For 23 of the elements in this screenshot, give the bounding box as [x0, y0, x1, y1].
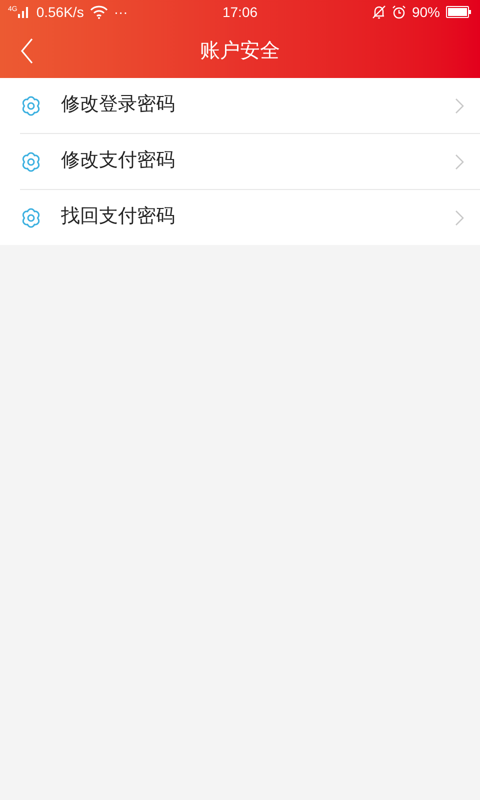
wifi-icon: [90, 5, 108, 19]
flower-icon: [20, 150, 42, 172]
menu-item[interactable]: 修改支付密码: [0, 134, 480, 189]
signal-icon: [18, 6, 30, 18]
bell-off-icon: [372, 5, 386, 19]
flower-icon: [20, 94, 42, 116]
clock: 17:06: [221, 2, 259, 22]
menu-label: 找回支付密码: [61, 205, 176, 230]
chevron-icon: [455, 154, 464, 170]
chevron-icon: [455, 98, 464, 114]
menu-item[interactable]: 找回支付密码: [0, 190, 480, 245]
battery-percent: 90%: [412, 2, 440, 22]
chevron-icon: [455, 210, 464, 226]
alarm-icon: [392, 5, 406, 19]
page-title: 账户安全: [200, 39, 280, 64]
more-indicator: ···: [114, 2, 128, 22]
menu-label: 修改支付密码: [61, 149, 176, 174]
network-speed: 0.56K/s: [36, 2, 84, 22]
battery-icon: [446, 6, 472, 18]
menu-label: 修改登录密码: [61, 93, 176, 118]
back-icon: [20, 38, 34, 64]
menu-item[interactable]: 修改登录密码: [0, 78, 480, 133]
flower-icon: [20, 206, 42, 228]
